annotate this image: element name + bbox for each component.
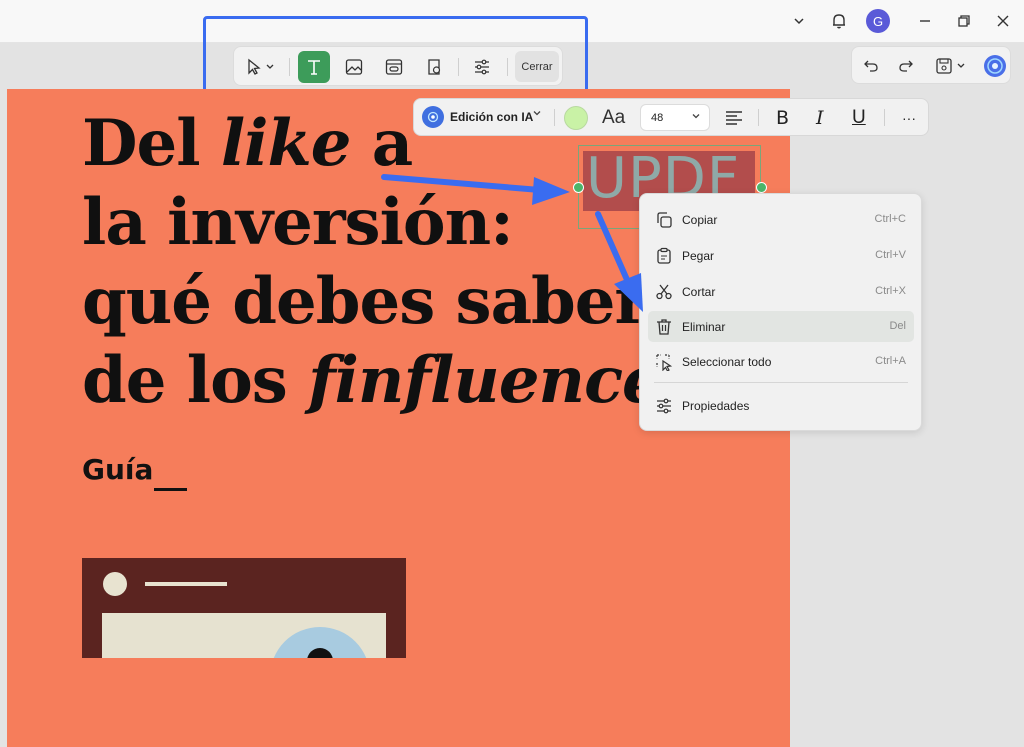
annotation-arrows	[381, 174, 643, 312]
annotation-arrow-1	[381, 174, 570, 205]
annotation-arrow-2	[595, 211, 643, 312]
